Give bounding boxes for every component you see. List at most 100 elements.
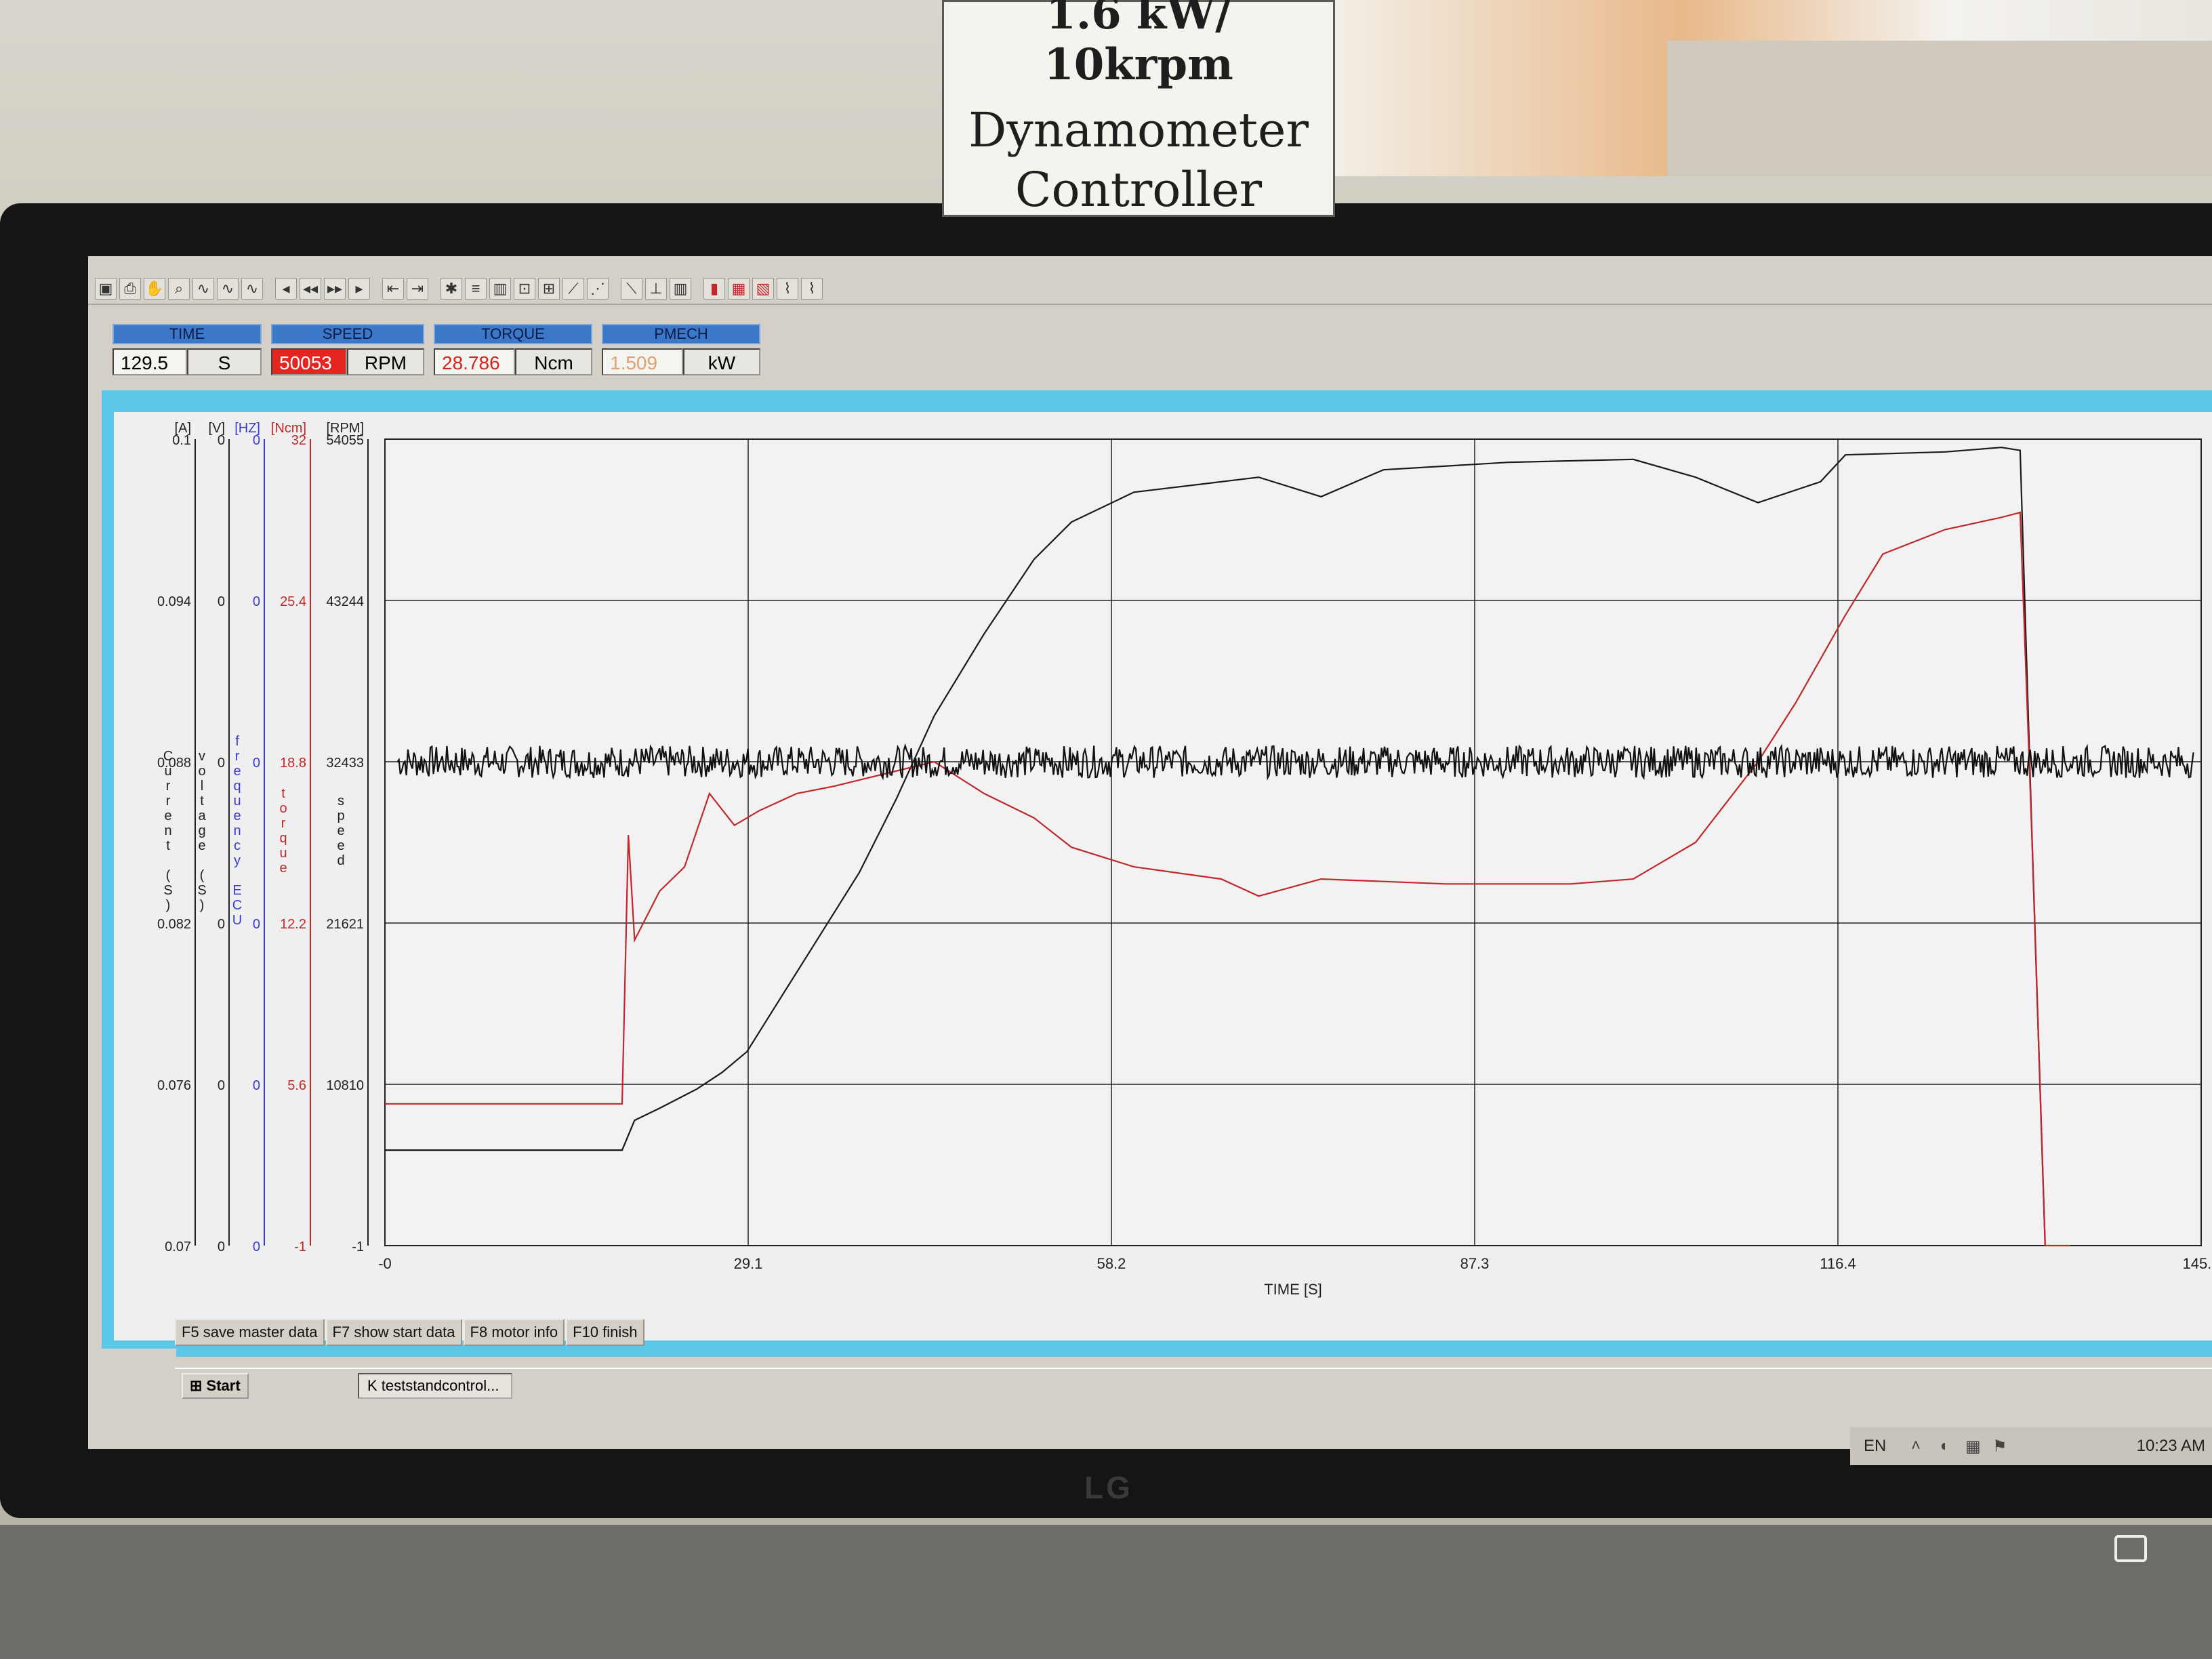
y-axis-label-char: n xyxy=(164,823,171,838)
y-tick-label: 0 xyxy=(218,917,225,932)
meter-speed-caption: SPEED xyxy=(271,324,424,344)
y-axis-label-char: s xyxy=(337,794,344,808)
f5-save-master-data-button[interactable]: F5 save master data xyxy=(175,1319,325,1346)
hand-icon[interactable]: ✋ xyxy=(144,278,165,300)
y-axis-label-char: o xyxy=(198,764,205,779)
graph3-icon[interactable]: ∿ xyxy=(241,278,263,300)
taskbar: ⊞ Start K teststandcontrol... xyxy=(175,1368,2212,1400)
axes-icon[interactable]: ⊥ xyxy=(645,278,667,300)
x-tick-label: 145.5 xyxy=(2182,1255,2212,1272)
y-tick-label: 0.082 xyxy=(157,917,191,932)
y-axis-label-char: t xyxy=(281,786,285,801)
y-axis-label-char: e xyxy=(279,861,287,876)
chevron-up-icon[interactable]: ˄ xyxy=(1911,1437,1921,1456)
network-icon[interactable]: ▦ xyxy=(1965,1437,1981,1456)
f10-finish-button[interactable]: F10 finish xyxy=(566,1319,644,1346)
y-axis-label-char: u xyxy=(279,846,287,861)
y-axis-label-char: c xyxy=(234,838,241,853)
y-axis-label-char: u xyxy=(233,794,241,808)
red-bar-icon[interactable]: ▮ xyxy=(703,278,725,300)
bottom-accent-bar xyxy=(176,1349,2212,1357)
next-icon[interactable]: ▸ xyxy=(348,278,370,300)
meter-pmech-caption: PMECH xyxy=(602,324,760,344)
cursor-icon[interactable]: ✱ xyxy=(441,278,462,300)
y-axis-label-char: ) xyxy=(166,898,171,913)
y-tick-label: -1 xyxy=(294,1240,306,1254)
plot2-icon[interactable]: ⌇ xyxy=(801,278,823,300)
y-tick-label: 54055 xyxy=(326,433,364,448)
y-tick-label: 0 xyxy=(218,756,225,771)
diagonal-icon[interactable]: ⟍ xyxy=(621,278,642,300)
power-button-icon[interactable] xyxy=(2114,1535,2147,1562)
y-tick-label: 0.1 xyxy=(172,433,191,448)
fforward-icon[interactable]: ▸▸ xyxy=(324,278,346,300)
sign-line-3: Controller xyxy=(1015,162,1263,218)
y-tick-label: 0 xyxy=(253,917,260,932)
language-indicator[interactable]: EN xyxy=(1864,1437,1886,1456)
y-tick-label: 0 xyxy=(253,594,260,609)
grid-icon[interactable]: ⊞ xyxy=(538,278,560,300)
y-axis-label-char: y xyxy=(234,853,241,868)
meter-torque-unit: Ncm xyxy=(515,348,592,375)
dynamometer-sign: 1.6 kW/ 10krpm Dynamometer Controller xyxy=(942,0,1335,218)
y-axis-label-char: n xyxy=(233,823,241,838)
meter-torque-value: 28.786 xyxy=(434,348,515,375)
y-axis-label-char: d xyxy=(337,853,344,868)
save-icon[interactable]: ▣ xyxy=(95,278,117,300)
zoom-icon[interactable]: ⌕ xyxy=(168,278,190,300)
f7-show-start-data-button[interactable]: F7 show start data xyxy=(325,1319,462,1346)
y-axis-label-char: t xyxy=(200,794,204,808)
y-tick-label: 32 xyxy=(291,433,306,448)
box-background xyxy=(1667,41,2212,176)
task-label: teststandcontrol... xyxy=(381,1377,499,1394)
red-diag-icon[interactable]: ▧ xyxy=(752,278,774,300)
toolbar: ▣ ⎙ ✋ ⌕ ∿ ∿ ∿ ◂ ◂◂ ▸▸ ▸ ⇤ ⇥ ✱ ≡ ▥ ⊡ ⊞ ⟋ ⋰ ⟍ ⊥ ▥ ▮ ▦ ▧ ⌇ ⌇ xyxy=(88,274,2212,305)
x-tick-label: 58.2 xyxy=(1097,1255,1126,1272)
y-axis-label-char: e xyxy=(337,823,344,838)
meter-torque-caption: TORQUE xyxy=(434,324,592,344)
y-tick-label: 0 xyxy=(253,1240,260,1254)
volume-icon[interactable]: ◖ xyxy=(1938,1437,1948,1456)
y-axis-label-char: r xyxy=(235,749,240,764)
y-tick-label: 0 xyxy=(218,594,225,609)
prev-icon[interactable]: ◂ xyxy=(275,278,297,300)
y-axis-label-char: t xyxy=(166,838,170,853)
bars-icon[interactable]: ▥ xyxy=(489,278,511,300)
last-icon[interactable]: ⇥ xyxy=(407,278,428,300)
start-button[interactable]: ⊞ Start xyxy=(182,1373,249,1399)
chart-svg[interactable]: -029.158.287.3116.4145.5TIME [S][A]0.10.… xyxy=(114,412,2212,1340)
rewind-icon[interactable]: ◂◂ xyxy=(300,278,321,300)
screen: ▣ ⎙ ✋ ⌕ ∿ ∿ ∿ ◂ ◂◂ ▸▸ ▸ ⇤ ⇥ ✱ ≡ ▥ ⊡ ⊞ ⟋ ⋰ ⟍ ⊥ ▥ ▮ ▦ ▧ ⌇ ⌇ TIME 129.… xyxy=(88,256,2212,1449)
select-icon[interactable]: ⊡ xyxy=(514,278,535,300)
dots-icon[interactable]: ⋰ xyxy=(587,278,609,300)
taskbar-item-teststandcontrol[interactable]: K teststandcontrol... xyxy=(358,1373,512,1399)
y-axis-label-char: v xyxy=(199,749,205,764)
y-tick-label: 43244 xyxy=(326,594,364,609)
f8-motor-info-button[interactable]: F8 motor info xyxy=(463,1319,565,1346)
clock: 10:23 AM xyxy=(2136,1437,2205,1455)
y-tick-label: 21621 xyxy=(326,917,364,932)
flag-icon[interactable]: ⚑ xyxy=(1992,1437,2007,1456)
graph2-icon[interactable]: ∿ xyxy=(217,278,239,300)
desk xyxy=(0,1525,2212,1659)
chart-panel: -029.158.287.3116.4145.5TIME [S][A]0.10.… xyxy=(114,412,2212,1340)
first-icon[interactable]: ⇤ xyxy=(382,278,404,300)
y-axis-label-char: E xyxy=(232,883,241,898)
sign-line-1: 1.6 kW/ 10krpm xyxy=(1044,0,1233,90)
list-icon[interactable]: ≡ xyxy=(465,278,487,300)
y-tick-label: 0.07 xyxy=(165,1240,191,1254)
print-icon[interactable]: ⎙ xyxy=(119,278,141,300)
y-tick-label: 0 xyxy=(218,433,225,448)
y-tick-label: 25.4 xyxy=(280,594,306,609)
y-axis-label-char: p xyxy=(337,808,344,823)
y-axis-label-char: e xyxy=(233,808,241,823)
line-icon[interactable]: ⟋ xyxy=(562,278,584,300)
y-axis-label-char: o xyxy=(279,801,287,816)
columns-icon[interactable]: ▥ xyxy=(670,278,691,300)
red-grid-icon[interactable]: ▦ xyxy=(728,278,750,300)
plot-icon[interactable]: ⌇ xyxy=(777,278,798,300)
y-tick-label: 0 xyxy=(253,433,260,448)
graph-icon[interactable]: ∿ xyxy=(192,278,214,300)
x-axis-label: TIME [S] xyxy=(1264,1281,1322,1298)
y-axis-label-char: q xyxy=(279,831,287,846)
